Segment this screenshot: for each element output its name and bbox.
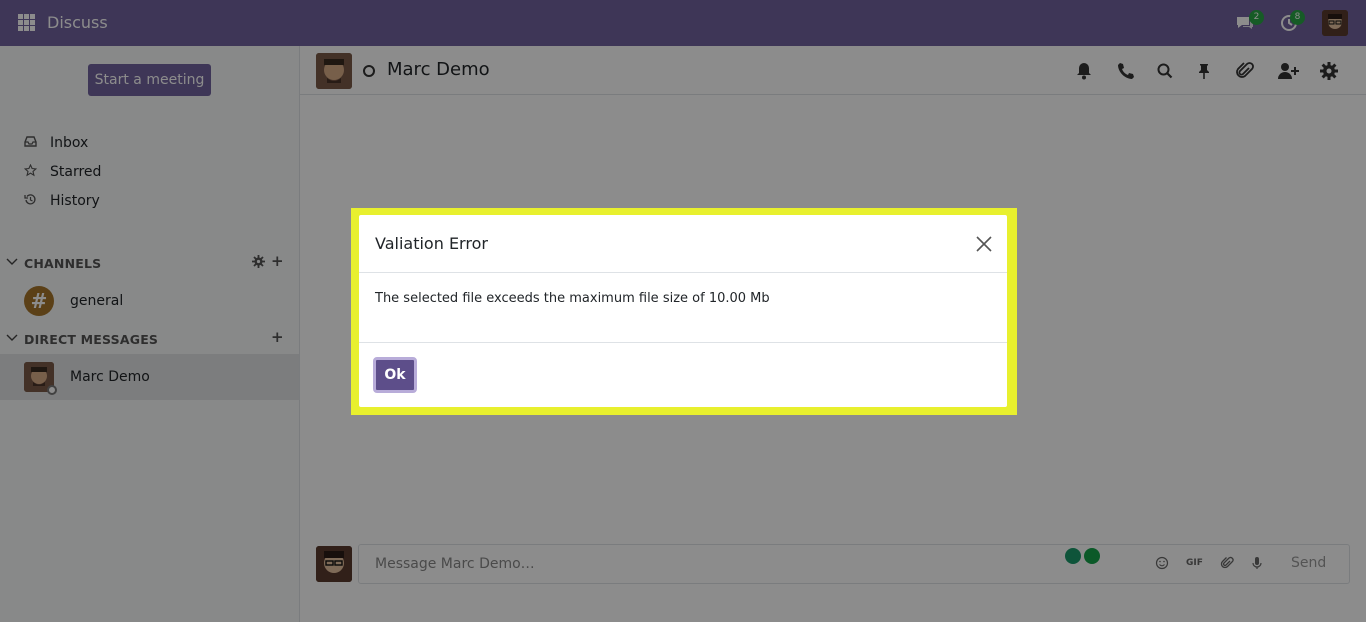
validation-error-dialog: Valiation Error The selected file exceed… xyxy=(359,215,1007,407)
close-icon[interactable] xyxy=(975,235,993,253)
ok-button[interactable]: Ok xyxy=(373,357,417,393)
dialog-message: The selected file exceeds the maximum fi… xyxy=(375,291,770,306)
dialog-title: Valiation Error xyxy=(375,234,488,253)
dialog-divider xyxy=(359,342,1007,343)
dialog-divider xyxy=(359,272,1007,273)
